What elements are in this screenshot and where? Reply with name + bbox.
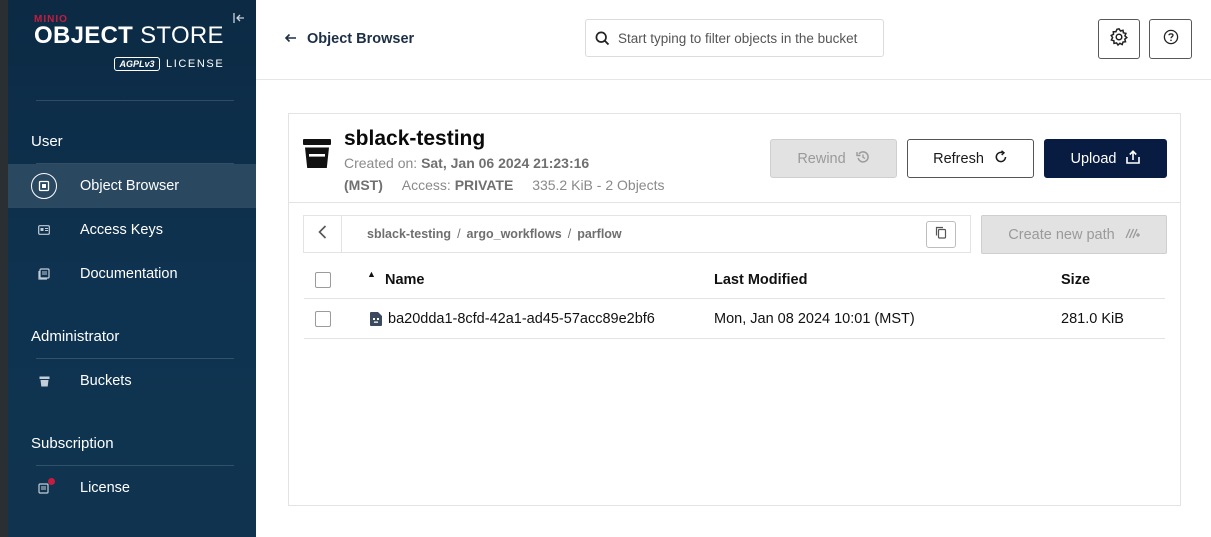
create-new-path-button[interactable]: Create new path xyxy=(981,215,1167,254)
breadcrumb-item[interactable]: parflow xyxy=(577,227,621,241)
sidebar-item-label: Access Keys xyxy=(80,222,163,238)
sidebar-item-label: License xyxy=(80,480,130,496)
section-user: User xyxy=(31,133,63,150)
object-name: ba20dda1-8cfd-42a1-ad45-57acc89e2bf6 xyxy=(388,311,655,327)
breadcrumb-item[interactable]: argo_workflows xyxy=(467,227,562,241)
help-button[interactable] xyxy=(1149,19,1192,59)
notification-dot xyxy=(48,478,55,485)
new-path-icon xyxy=(1125,227,1140,243)
breadcrumb-back-button[interactable] xyxy=(304,216,342,252)
settings-button[interactable] xyxy=(1098,19,1140,59)
bucket-created: Created on: Sat, Jan 06 2024 21:23:16 xyxy=(344,155,590,171)
back-to-object-browser[interactable]: Object Browser xyxy=(284,31,414,47)
collapse-sidebar-icon[interactable] xyxy=(232,11,246,25)
search-box xyxy=(585,19,884,57)
sort-ascending-icon[interactable]: ▲ xyxy=(367,269,376,279)
chevron-left-icon xyxy=(318,224,327,244)
sidebar-item-object-browser[interactable]: Object Browser xyxy=(8,164,256,208)
upload-button[interactable]: Upload xyxy=(1044,139,1167,178)
breadcrumb: sblack-testing / argo_workflows / parflo… xyxy=(367,227,622,241)
object-last-modified: Mon, Jan 08 2024 10:01 (MST) xyxy=(714,311,915,327)
bucket-icon xyxy=(303,139,331,174)
bucket-created-tz: (MST) xyxy=(344,177,383,193)
logo-license-row: AGPLv3 LICENSE xyxy=(114,57,224,71)
object-size: 281.0 KiB xyxy=(1061,311,1124,327)
header-last-modified[interactable]: Last Modified xyxy=(714,272,807,288)
object-browser-icon xyxy=(31,173,57,199)
header-size[interactable]: Size xyxy=(1061,272,1090,288)
section-administrator: Administrator xyxy=(31,328,120,345)
refresh-button[interactable]: Refresh xyxy=(907,139,1034,178)
agpl-badge: AGPLv3 xyxy=(114,57,160,71)
bucket-name: sblack-testing xyxy=(344,127,486,150)
sidebar-item-label: Documentation xyxy=(80,266,178,282)
search-input[interactable] xyxy=(618,30,873,46)
sidebar-divider xyxy=(36,100,234,101)
bucket-panel: sblack-testing Created on: Sat, Jan 06 2… xyxy=(288,113,1181,506)
gear-icon xyxy=(1109,27,1129,52)
breadcrumb-bar: sblack-testing / argo_workflows / parflo… xyxy=(303,215,971,253)
sidebar-item-buckets[interactable]: Buckets xyxy=(8,359,256,403)
bucket-meta: (MST) Access: PRIVATE 335.2 KiB - 2 Obje… xyxy=(344,177,665,193)
copy-path-button[interactable] xyxy=(926,221,956,248)
section-subscription: Subscription xyxy=(31,435,114,452)
select-all-checkbox[interactable] xyxy=(315,272,331,288)
copy-icon xyxy=(935,226,947,244)
bucket-access-value: PRIVATE xyxy=(454,177,514,193)
main-content: Object Browser Start typing to filter ob… xyxy=(256,0,1211,537)
license-icon xyxy=(31,475,57,501)
window-edge xyxy=(0,0,8,537)
bucket-stats: 335.2 KiB - 2 Objects xyxy=(532,177,665,193)
row-checkbox[interactable] xyxy=(315,311,331,327)
table-header: ▲ Name Last Modified Size xyxy=(304,260,1165,299)
refresh-icon xyxy=(994,149,1008,168)
header-name[interactable]: Name xyxy=(385,272,425,288)
history-icon xyxy=(855,150,870,168)
back-label: Object Browser xyxy=(307,31,415,47)
app-window: MINIO OBJECT STORE AGPLv3 LICENSE User O… xyxy=(0,0,1211,537)
bucket-header: sblack-testing Created on: Sat, Jan 06 2… xyxy=(289,114,1180,203)
sidebar-item-access-keys[interactable]: Access Keys xyxy=(8,208,256,252)
bucket-icon xyxy=(31,368,57,394)
sidebar: MINIO OBJECT STORE AGPLv3 LICENSE User O… xyxy=(8,0,256,537)
logo-product: OBJECT STORE xyxy=(34,22,224,49)
sidebar-item-label: Object Browser xyxy=(80,178,180,194)
sidebar-item-documentation[interactable]: Documentation xyxy=(8,252,256,296)
table-row[interactable]: ba20dda1-8cfd-42a1-ad45-57acc89e2bf6 Mon… xyxy=(304,299,1165,339)
sidebar-item-label: Buckets xyxy=(80,373,132,389)
documentation-icon xyxy=(31,261,57,287)
help-icon xyxy=(1163,29,1179,50)
access-keys-icon xyxy=(31,217,57,243)
search-icon xyxy=(586,31,618,46)
arrow-left-icon xyxy=(284,31,297,47)
top-bar: Object Browser xyxy=(256,0,1211,80)
breadcrumb-separator: / xyxy=(567,227,572,241)
upload-icon xyxy=(1126,149,1141,168)
file-icon xyxy=(370,312,382,330)
breadcrumb-item[interactable]: sblack-testing xyxy=(367,227,451,241)
objects-table: ▲ Name Last Modified Size ba20dda1-8cfd-… xyxy=(304,260,1165,339)
minio-logo[interactable]: MINIO OBJECT STORE AGPLv3 LICENSE xyxy=(34,14,234,76)
rewind-button[interactable]: Rewind xyxy=(770,139,897,178)
breadcrumb-separator: / xyxy=(457,227,461,241)
logo-license-text: LICENSE xyxy=(166,58,225,70)
sidebar-item-license[interactable]: License xyxy=(8,466,256,510)
